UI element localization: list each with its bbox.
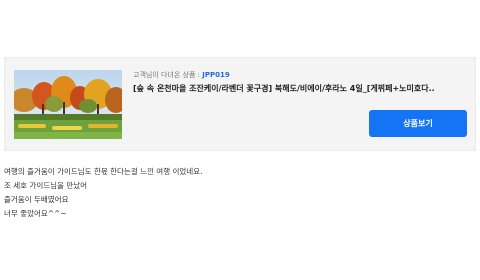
- autumn-park-photo-icon: [14, 70, 122, 139]
- product-title[interactable]: [숲 속 온천마을 조잔케이/라벤더 꽃구경] 북해도/비에이/후라노 4일_[…: [133, 83, 443, 94]
- visited-product-label: 고객님이 다녀온 상품 :: [133, 71, 203, 79]
- review-line: 조 세호 가이드님을 만났어: [4, 181, 88, 190]
- product-thumbnail[interactable]: [14, 70, 122, 139]
- review-text: 여행의 즐거움이 가이드님도 한몫 한다는걸 느낀 여행 이었네요. 조 세호 …: [4, 165, 202, 221]
- visited-product-card: 고객님이 다녀온 상품 : JPP019 [숲 속 온천마을 조잔케이/라벤더 …: [4, 57, 476, 151]
- product-code: JPP019: [202, 71, 230, 79]
- visited-product-info: 고객님이 다녀온 상품 : JPP019: [133, 70, 230, 80]
- review-line: 여행의 즐거움이 가이드님도 한몫 한다는걸 느낀 여행 이었네요.: [4, 167, 203, 176]
- view-product-button[interactable]: 상품보기: [369, 110, 467, 137]
- review-line: 즐거움이 두배였어요: [4, 195, 69, 204]
- review-line: 너무 좋았어요^^~: [4, 209, 67, 218]
